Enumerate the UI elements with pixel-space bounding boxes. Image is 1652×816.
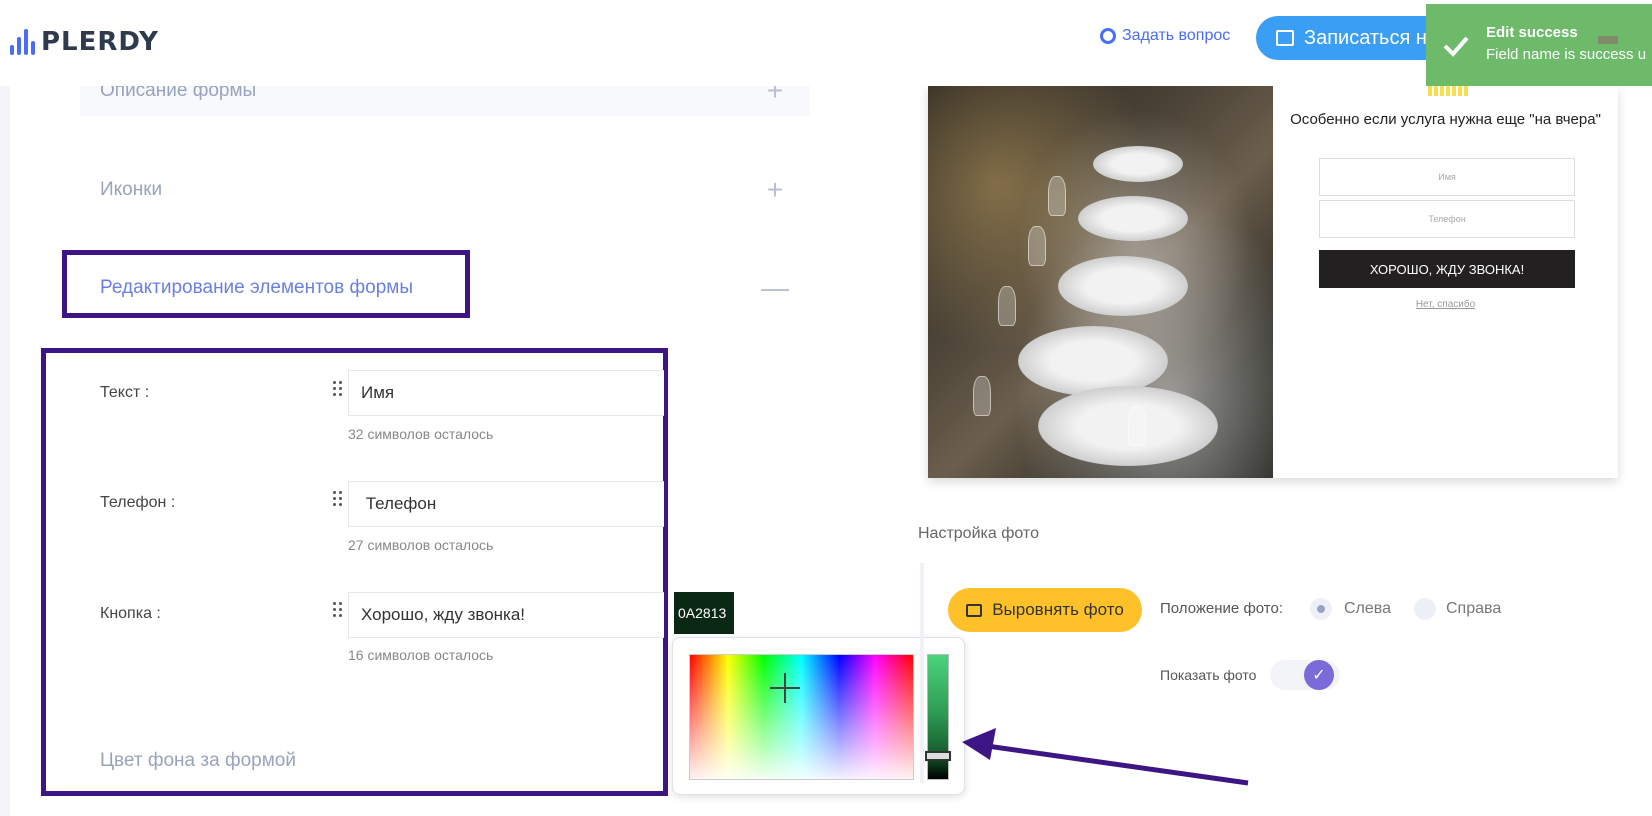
preview-phone-input: Телефон: [1319, 200, 1575, 238]
drag-handle-icon[interactable]: [331, 601, 345, 619]
toast-message: Field name is success u: [1486, 46, 1647, 63]
ask-question-label: Задать вопрос: [1122, 27, 1231, 44]
logo-bars-icon: [10, 29, 35, 55]
accordion-icons[interactable]: Иконки +: [80, 165, 810, 215]
align-photo-label: Выровнять фото: [992, 600, 1124, 619]
text-field-input[interactable]: Имя: [348, 370, 664, 416]
left-sidebar-edge: [0, 86, 10, 816]
radio-right-label[interactable]: Справа: [1446, 600, 1501, 618]
plerdy-logo[interactable]: PLERDY: [10, 24, 159, 60]
text-field-hint: 32 символов осталось: [348, 426, 494, 442]
divider: [920, 563, 924, 783]
brightness-slider[interactable]: [927, 654, 949, 780]
accordion-label: Иконки: [100, 179, 163, 200]
flag-icon: [1598, 36, 1618, 44]
button-field-label: Кнопка :: [100, 605, 161, 622]
radio-left[interactable]: [1310, 598, 1332, 620]
hex-color-input[interactable]: 0A2813: [674, 592, 734, 634]
slider-handle[interactable]: [925, 751, 951, 761]
radio-right[interactable]: [1414, 598, 1436, 620]
button-field-input[interactable]: Хорошо, жду звонка!: [348, 592, 664, 638]
align-photo-button[interactable]: Выровнять фото: [948, 588, 1142, 632]
background-color-label: Цвет фона за формой: [100, 750, 296, 771]
form-preview: Особенно если услуга нужна еще "на вчера…: [928, 86, 1618, 478]
photo-position-label: Положение фото:: [1160, 600, 1284, 617]
preview-photo: [928, 86, 1273, 478]
minus-icon[interactable]: —: [760, 272, 790, 304]
radio-left-label[interactable]: Слева: [1344, 600, 1391, 618]
button-field-hint: 16 символов осталось: [348, 647, 494, 663]
top-header: PLERDY Задать вопрос Записаться на демо: [0, 0, 1652, 86]
toast-title: Edit success: [1486, 24, 1578, 41]
phone-field-input[interactable]: Телефон: [348, 481, 664, 527]
show-photo-label: Показать фото: [1160, 667, 1257, 683]
annotation-highlight-title: [62, 250, 470, 318]
photo-settings-title: Настройка фото: [918, 525, 1039, 542]
success-toast[interactable]: Edit success Field name is success u: [1426, 4, 1652, 86]
image-icon: [966, 603, 983, 617]
preview-submit-button: ХОРОШО, ЖДУ ЗВОНКА!: [1319, 250, 1575, 288]
checkmark-icon: [1443, 36, 1469, 57]
color-spectrum[interactable]: [689, 654, 914, 780]
decor-strip: [1428, 86, 1468, 96]
preview-title: Особенно если услуга нужна еще "на вчера…: [1290, 111, 1601, 128]
ask-question-link[interactable]: Задать вопрос: [1100, 27, 1230, 45]
drag-handle-icon[interactable]: [331, 380, 345, 398]
text-field-label: Текст :: [100, 384, 150, 401]
presentation-icon: [1276, 30, 1294, 46]
phone-field-label: Телефон :: [100, 494, 176, 511]
plus-icon[interactable]: +: [760, 174, 790, 206]
checkmark-icon[interactable]: ✓: [1304, 660, 1334, 690]
preview-name-input: Имя: [1319, 158, 1575, 196]
lifebuoy-icon: [1100, 28, 1116, 44]
logo-text: PLERDY: [41, 27, 159, 57]
drag-handle-icon[interactable]: [331, 490, 345, 508]
crosshair-icon[interactable]: [770, 673, 800, 703]
preview-no-thanks-link: Нет, спасибо: [1415, 299, 1476, 310]
phone-field-hint: 27 символов осталось: [348, 537, 494, 553]
